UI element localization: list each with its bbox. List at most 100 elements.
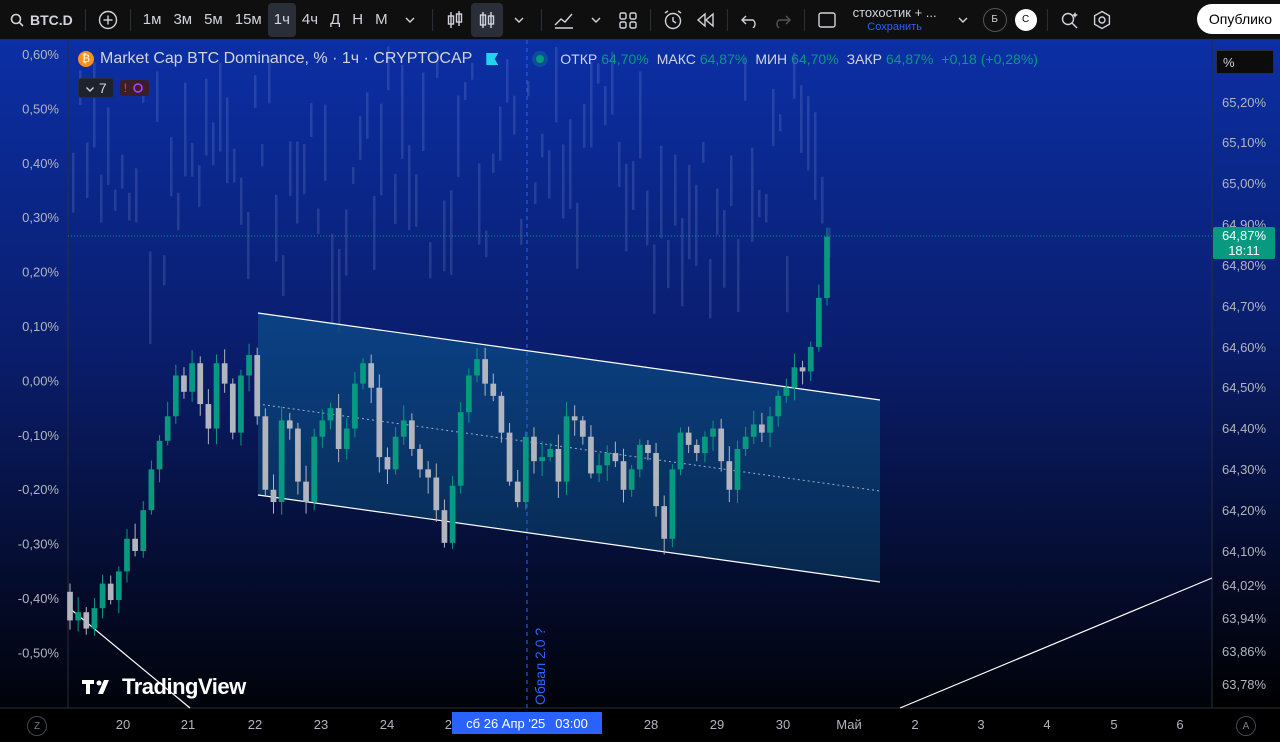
candle-body [409, 420, 415, 449]
rewind-icon [696, 11, 714, 28]
time-tick-label: 4 [1043, 717, 1050, 732]
high-value: 64,87% [699, 51, 748, 67]
alert-button[interactable] [657, 3, 689, 37]
time-tick-label: 20 [116, 717, 130, 732]
ghost-bar [548, 150, 551, 199]
price-tick-label: 64,10% [1222, 544, 1267, 559]
quick-search-button[interactable] [1054, 3, 1086, 37]
circle-b-button[interactable]: Б [982, 7, 1007, 32]
indicator-error-badge[interactable]: ! [119, 80, 150, 96]
ghost-bar [394, 173, 397, 225]
high-label: МАКС [656, 51, 696, 67]
interval-day[interactable]: Д [324, 3, 346, 37]
indicators-toggle[interactable]: 7 [78, 78, 114, 98]
candle-body [319, 420, 326, 437]
tradingview-logo[interactable]: TradingView [82, 674, 246, 700]
price-tick-label: 63,78% [1222, 677, 1267, 692]
ghost-bar [184, 82, 187, 177]
candle-body [588, 436, 594, 474]
candle-body [286, 420, 293, 429]
candle-body [441, 510, 448, 543]
ghost-bar [338, 248, 341, 333]
ghost-bar [520, 218, 523, 245]
candle-body [238, 375, 244, 433]
ghost-bar [457, 95, 460, 178]
price-tick-label: 63,94% [1222, 611, 1267, 626]
ghost-bar [359, 116, 362, 160]
interval-15m[interactable]: 15м [229, 3, 268, 37]
candle-body [490, 383, 497, 396]
tv-logo-icon [82, 680, 109, 694]
circle-c-button[interactable]: С [1014, 8, 1037, 31]
replay-button[interactable] [689, 3, 721, 37]
settings-button[interactable] [1086, 3, 1118, 37]
candle-body [783, 387, 790, 396]
ghost-bar [345, 209, 348, 276]
candles-style-button[interactable] [470, 2, 503, 37]
percent-tick-label: 0,60% [22, 47, 59, 62]
scale-mode-percent[interactable]: % [1216, 50, 1274, 74]
interval-3m[interactable]: 3м [167, 3, 198, 37]
ghost-bar [674, 154, 677, 226]
candle-body [579, 420, 586, 437]
symbol-search[interactable]: BTC.D [0, 3, 79, 37]
auto-scale-button[interactable]: A [1236, 716, 1256, 736]
crosshair-time-label: сб 26 Апр '25 03:00 [452, 712, 602, 734]
ghost-bar [821, 176, 824, 224]
indicators-button[interactable] [548, 3, 580, 37]
interval-1m[interactable]: 1м [137, 3, 168, 37]
price-tick-label: 64,70% [1222, 299, 1267, 314]
compare-symbol-button[interactable] [92, 3, 124, 37]
ghost-bar [492, 153, 495, 173]
auto-scale-left-button[interactable]: Z [27, 716, 47, 736]
chart-type-dropdown[interactable] [503, 3, 535, 37]
ghost-bar [695, 184, 698, 267]
candle-body [140, 510, 147, 551]
interval-4h[interactable]: 4ч [296, 3, 324, 37]
ghost-bar [219, 62, 222, 152]
ghost-bar [429, 242, 432, 279]
interval-month[interactable]: М [369, 3, 394, 37]
series-title[interactable]: Market Cap BTC Dominance, % · 1ч · CRYPT… [100, 50, 472, 68]
ghost-bar [317, 208, 320, 235]
template-dropdown[interactable] [947, 3, 979, 37]
template-menu[interactable]: стохостик + ... Сохранить [843, 4, 947, 34]
ghost-bar [681, 218, 684, 307]
candle-body [205, 404, 212, 429]
price-chart[interactable]: 65,20%65,10%65,00%64,90%64,80%64,70%64,6… [0, 40, 1280, 742]
template-name: стохостик + ... [852, 4, 937, 20]
interval-5m[interactable]: 5м [198, 3, 229, 37]
candle-body [384, 457, 391, 470]
candle-body [189, 363, 195, 392]
price-tick-label: 64,80% [1222, 258, 1267, 273]
candle-body [376, 387, 383, 458]
divider [84, 8, 86, 31]
interval-1h[interactable]: 1ч [267, 2, 296, 37]
candle-body [555, 448, 562, 482]
ghost-bar [590, 61, 593, 148]
error-icon: ! [123, 81, 128, 95]
square-icon [817, 11, 836, 28]
candle-body [181, 375, 187, 392]
interval-dropdown[interactable] [394, 3, 426, 37]
ghost-bar [135, 168, 138, 223]
redo-button[interactable] [766, 3, 798, 37]
layout-button[interactable] [612, 3, 644, 37]
ghost-bar [786, 256, 789, 313]
template-save-link[interactable]: Сохранить [867, 20, 922, 34]
ghost-bar [415, 174, 418, 227]
publish-button[interactable]: Опублико [1196, 4, 1280, 34]
divider [431, 8, 433, 31]
ghost-bar [562, 144, 565, 219]
candle-body [132, 538, 138, 551]
undo-button[interactable] [734, 3, 766, 37]
bar-style-button[interactable] [439, 3, 471, 37]
interval-week[interactable]: Н [346, 3, 369, 37]
ghost-bar [625, 163, 628, 252]
candle-body [596, 465, 602, 474]
fullscreen-button[interactable] [811, 3, 843, 37]
flag-icon[interactable] [486, 53, 499, 65]
price-tick-label: 64,30% [1222, 462, 1267, 477]
indicators-dropdown[interactable] [580, 3, 612, 37]
annotation-text[interactable]: Обвал 2.0 ? [532, 628, 548, 705]
